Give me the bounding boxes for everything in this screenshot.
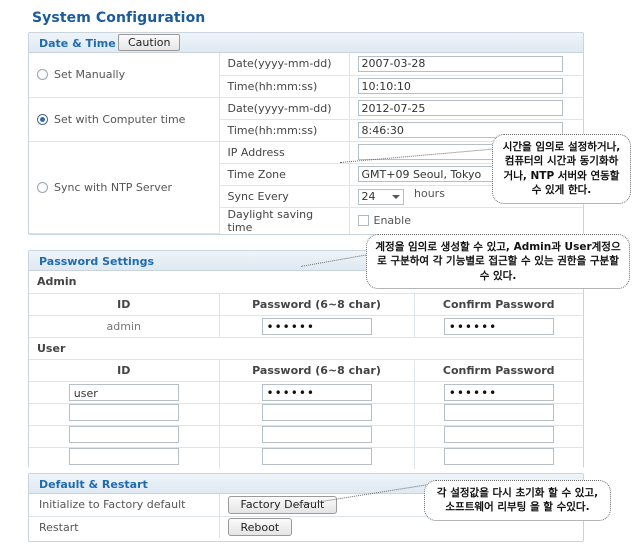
sync-every-value: 24: [361, 190, 376, 204]
user-id-cell: user: [29, 381, 220, 404]
admin-id-value: admin: [106, 319, 141, 333]
sync-every-label: Sync Every: [219, 185, 350, 208]
user-confirm-cell: [414, 425, 583, 448]
user-id-input[interactable]: user: [68, 383, 179, 401]
daylight-saving-enable-label: Enable: [373, 214, 411, 227]
user-confirm-cell: [414, 447, 583, 469]
factory-default-label: Initialize to Factory default: [29, 494, 220, 517]
manual-date-input[interactable]: 2007-03-28: [357, 55, 563, 72]
user-confirm-password-input[interactable]: [443, 448, 554, 466]
admin-col-confirm: Confirm Password: [414, 293, 583, 316]
daylight-saving-label: Daylight saving time: [219, 207, 350, 234]
user-password-cell: [219, 447, 415, 469]
manual-time-input[interactable]: 10:10:10: [357, 78, 563, 94]
sync-with-ntp-radio[interactable]: [37, 181, 48, 193]
sync-every-select[interactable]: 24: [357, 188, 404, 205]
password-settings-panel-title: Password Settings: [39, 255, 155, 268]
admin-password-cell: ••••••: [219, 315, 415, 338]
table-row: user •••••• ••••••: [29, 381, 583, 404]
admin-col-id: ID: [29, 293, 220, 316]
admin-password-input[interactable]: ••••••: [261, 317, 372, 335]
caution-button[interactable]: Caution: [118, 34, 181, 51]
set-manually-radio[interactable]: [37, 69, 48, 81]
page-title: System Configuration: [32, 10, 206, 26]
admin-confirm-password-input[interactable]: ••••••: [443, 317, 554, 335]
factory-default-button[interactable]: Factory Default: [227, 495, 338, 514]
user-id-input[interactable]: [68, 448, 179, 466]
computer-date-cell: 2012-07-25: [349, 97, 583, 120]
user-id-cell: [29, 425, 220, 448]
daylight-saving-cell: Enable: [349, 207, 583, 234]
restart-label: Restart: [29, 516, 220, 538]
manual-date-cell: 2007-03-28: [349, 53, 583, 76]
user-password-input[interactable]: [261, 426, 372, 443]
user-col-confirm: Confirm Password: [414, 359, 583, 382]
table-row: Set Manually Date(yyyy-mm-dd) 2007-03-28: [29, 53, 583, 98]
password-settings-table: Admin ID Password (6~8 char) Confirm Pas…: [29, 271, 583, 469]
user-confirm-cell: [414, 403, 583, 426]
user-section-row: User: [29, 337, 583, 360]
user-col-id: ID: [29, 359, 220, 382]
user-confirm-password-input[interactable]: ••••••: [443, 383, 554, 401]
table-row: [29, 447, 583, 469]
date-time-panel-title: Date & Time: [39, 37, 116, 50]
table-row: Set with Computer time Date(yyyy-mm-dd) …: [29, 97, 583, 142]
user-confirm-password-input[interactable]: [443, 404, 554, 421]
admin-col-password: Password (6~8 char): [219, 293, 415, 316]
user-password-cell: [219, 403, 415, 426]
ip-address-label: IP Address: [219, 141, 350, 164]
user-password-input[interactable]: [261, 404, 372, 421]
manual-time-label: Time(hh:mm:ss): [219, 75, 350, 98]
admin-confirm-cell: ••••••: [414, 315, 583, 338]
callout-default-restart: 각 설정값을 다시 초기화 할 수 있고, 소프트웨어 리부팅 을 할 수있다.: [424, 480, 611, 521]
user-confirm-password-input[interactable]: [443, 426, 554, 443]
user-id-cell: [29, 403, 220, 426]
set-with-computer-time-radio[interactable]: [37, 113, 48, 125]
computer-date-label: Date(yyyy-mm-dd): [219, 97, 350, 120]
date-time-panel-header: Date & Time Caution: [29, 33, 583, 53]
system-configuration-page: System Configuration Date & Time Caution…: [0, 0, 640, 559]
default-restart-panel-title: Default & Restart: [39, 478, 148, 491]
reboot-button[interactable]: Reboot: [227, 518, 293, 537]
set-manually-label: Set Manually: [54, 68, 126, 82]
user-password-input[interactable]: [261, 448, 372, 466]
user-confirm-cell: ••••••: [414, 381, 583, 404]
callout-password: 계정을 임의로 생성할 수 있고, Admin과 User계정으로 구분하여 각…: [366, 234, 630, 290]
sync-every-units: hours: [414, 187, 445, 201]
daylight-saving-checkbox[interactable]: [357, 215, 369, 226]
manual-date-label: Date(yyyy-mm-dd): [219, 53, 350, 76]
sync-with-ntp-cell[interactable]: Sync with NTP Server: [29, 141, 220, 234]
user-column-header-row: ID Password (6~8 char) Confirm Password: [29, 359, 583, 382]
admin-column-header-row: ID Password (6~8 char) Confirm Password: [29, 293, 583, 316]
user-password-cell: ••••••: [219, 381, 415, 404]
table-row: admin •••••• ••••••: [29, 315, 583, 338]
manual-time-cell: 10:10:10: [349, 75, 583, 98]
chevron-down-icon: [391, 194, 400, 199]
user-id-input[interactable]: [68, 426, 179, 443]
user-password-cell: [219, 425, 415, 448]
set-with-computer-time-cell[interactable]: Set with Computer time: [29, 97, 220, 142]
user-id-cell: [29, 447, 220, 469]
user-section-label: User: [29, 337, 583, 360]
computer-date-input[interactable]: 2012-07-25: [357, 100, 563, 116]
set-manually-cell[interactable]: Set Manually: [29, 53, 220, 98]
user-id-input[interactable]: [68, 404, 179, 421]
callout-datetime: 시간을 임의로 설정하거나, 컴퓨터의 시간과 동기화하거나, NTP 서버와 …: [492, 134, 631, 204]
set-with-computer-time-label: Set with Computer time: [54, 112, 186, 126]
time-zone-label: Time Zone: [219, 163, 350, 186]
sync-with-ntp-label: Sync with NTP Server: [54, 180, 172, 194]
table-row: [29, 425, 583, 448]
admin-id-cell: admin: [29, 315, 220, 338]
computer-time-label: Time(hh:mm:ss): [219, 119, 350, 142]
user-col-password: Password (6~8 char): [219, 359, 415, 382]
user-password-input[interactable]: ••••••: [261, 383, 372, 401]
table-row: [29, 403, 583, 426]
